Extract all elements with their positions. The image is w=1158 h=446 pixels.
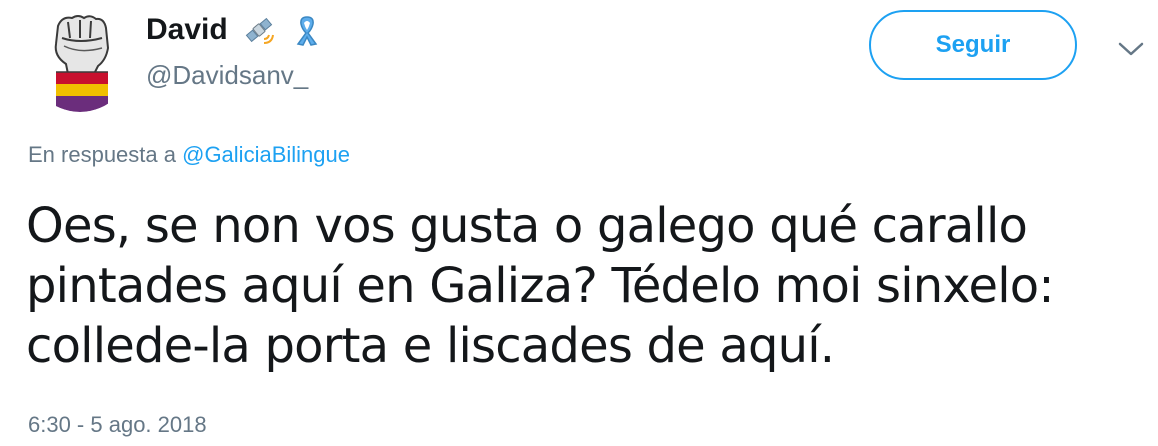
user-display-name[interactable]: David (146, 10, 228, 50)
satellite-icon (242, 13, 276, 47)
user-name-row: David (146, 10, 324, 50)
chevron-down-icon[interactable] (1116, 38, 1146, 60)
tweet-timestamp[interactable]: 6:30 - 5 ago. 2018 (28, 410, 207, 440)
tweet-text-line: pintades aquí en Galiza? Tédelo moi sinx… (26, 258, 1055, 314)
avatar[interactable] (28, 8, 132, 112)
tweet-text-line: collede-la porta e liscades de aquí. (26, 318, 835, 374)
follow-button[interactable]: Seguir (869, 10, 1077, 80)
tweet-card: David @Davidsanv_ Seguir En respuesta a … (0, 0, 1158, 446)
reply-context: En respuesta a @GaliciaBilingue (28, 140, 350, 170)
tweet-text: Oes, se non vos gusta o galego qué caral… (26, 196, 1136, 376)
tweet-text-line: Oes, se non vos gusta o galego qué caral… (26, 198, 1028, 254)
user-handle[interactable]: @Davidsanv_ (146, 58, 308, 92)
blue-ribbon-icon (290, 13, 324, 47)
reply-prefix: En respuesta a (28, 142, 176, 167)
reply-mention-link[interactable]: @GaliciaBilingue (182, 142, 350, 167)
